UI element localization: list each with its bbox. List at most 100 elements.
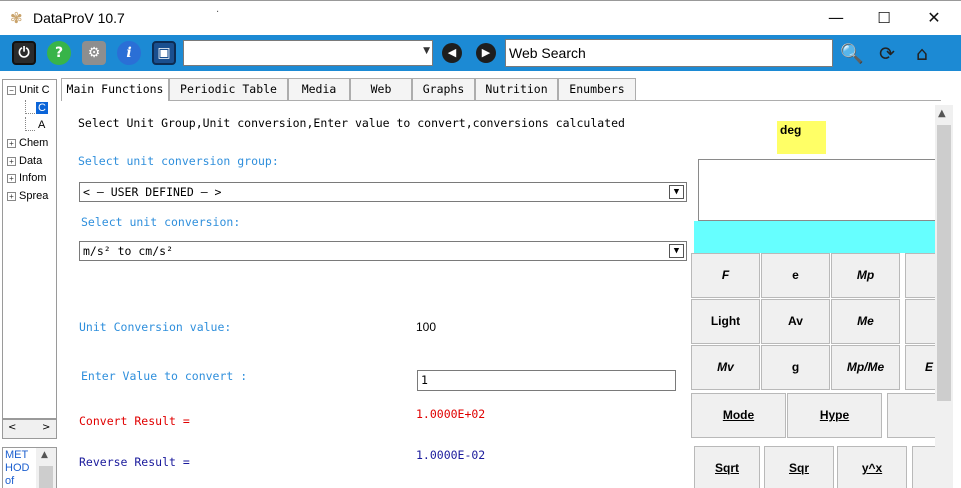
angle-mode-indicator: deg [777,121,826,154]
calc-key-blank[interactable] [912,446,936,488]
combo-dropdown-arrow-icon[interactable]: ▼ [423,46,430,56]
main-vertical-scrollbar[interactable]: ▲ [935,105,953,488]
calc-power-button[interactable]: y^x [837,446,907,488]
calc-key-f[interactable]: F [691,253,760,298]
method-panel: MET HOD of ▲ [2,447,57,488]
title-marker: · [216,7,220,18]
dropdown-arrow-icon[interactable]: ▼ [669,185,684,199]
expand-icon[interactable]: + [7,191,16,201]
calculator-result-bar [694,221,936,253]
conversion-label: Select unit conversion: [81,215,241,229]
convert-result-value: 1.0000E+02 [416,407,486,421]
tab-web[interactable]: Web [350,78,412,100]
calc-key-blank[interactable] [905,253,936,298]
scroll-up-icon[interactable]: ▲ [938,108,946,119]
tree-item-selected[interactable]: C [25,100,48,116]
calc-key-light[interactable]: Light [691,299,760,344]
reverse-result-value: 1.0000E-02 [416,448,486,462]
maximize-button[interactable]: ☐ [869,7,899,29]
calc-key-g[interactable]: g [761,345,830,390]
tree-item-label: Chem [19,137,49,149]
window-title: DataProV 10.7 [33,10,125,26]
calc-key-mp[interactable]: Mp [831,253,900,298]
scroll-thumb[interactable] [937,125,951,401]
scroll-right-icon[interactable]: > [42,422,50,433]
monitor-icon[interactable]: ▣ [152,41,176,65]
calc-sqrt-button[interactable]: Sqrt [694,446,760,488]
calc-key-e[interactable]: e [761,253,830,298]
tab-graphs[interactable]: Graphs [412,78,475,100]
calc-key-blank[interactable] [887,393,936,438]
calc-sqr-button[interactable]: Sqr [764,446,834,488]
tree-horizontal-scrollbar[interactable]: < > [2,419,57,439]
tree-item-chem[interactable]: + Chem [7,135,48,151]
app-window: ✾ DataProV 10.7 · — ☐ ✕ ⏻ ? ⚙ i ▣ ▼ ◀ ▶ … [0,0,961,488]
method-scrollbar[interactable]: ▲ [36,448,56,488]
unit-conversion-dropdown[interactable]: m/s² to cm/s² ▼ [79,241,687,261]
main-functions-panel: Select Unit Group,Unit conversion,Enter … [61,101,938,488]
unit-conversion-value: 100 [416,320,437,334]
tab-periodic-table[interactable]: Periodic Table [169,78,288,100]
search-magnifier-icon[interactable]: 🔍 [839,41,865,67]
tree-item-spreadsheet[interactable]: + Sprea [7,188,48,204]
app-logo-icon: ✾ [10,9,23,27]
scroll-left-icon[interactable]: < [8,422,16,433]
tree-item-label: Unit C [19,84,50,96]
home-icon[interactable]: ⌂ [909,41,935,67]
tab-media[interactable]: Media [288,78,350,100]
help-icon[interactable]: ? [47,41,71,65]
tab-strip: Main Functions Periodic Table Media Web … [61,78,641,101]
unit-conversion-value-label: Unit Conversion value: [79,320,232,334]
expand-icon[interactable]: + [7,138,16,148]
method-text: MET HOD of [5,449,30,487]
navigation-tree: − Unit C C A + Chem + Data + Infom + Sprea [2,79,57,419]
info-icon[interactable]: i [117,41,141,65]
dropdown-arrow-icon[interactable]: ▼ [669,244,684,258]
unit-conversion-value: m/s² to cm/s² [83,244,174,258]
tree-item-label: C [36,102,48,114]
settings-gears-icon[interactable]: ⚙ [82,41,106,65]
back-arrow-icon[interactable]: ◀ [442,43,462,63]
power-icon[interactable]: ⏻ [12,41,36,65]
tree-item-sub[interactable]: A [25,117,45,133]
scroll-up-icon[interactable]: ▲ [41,450,48,460]
toolbar: ⏻ ? ⚙ i ▣ ▼ ◀ ▶ Web Search 🔍 ⟳ ⌂ [0,35,961,71]
collapse-icon[interactable]: − [7,85,16,95]
minimize-button[interactable]: — [821,7,851,29]
tree-connector [25,100,35,114]
expand-icon[interactable]: + [7,173,16,183]
calc-key-e-partial[interactable]: E [905,345,936,390]
value-to-convert-input[interactable]: 1 [417,370,676,391]
close-button[interactable]: ✕ [919,7,949,29]
calc-key-mp-me[interactable]: Mp/Me [831,345,900,390]
calc-key-blank[interactable] [905,299,936,344]
calculator-display [698,159,936,221]
forward-arrow-icon[interactable]: ▶ [476,43,496,63]
address-combobox[interactable]: ▼ [183,40,433,66]
calc-key-av[interactable]: Av [761,299,830,344]
calc-key-mv[interactable]: Mv [691,345,760,390]
group-label: Select unit conversion group: [78,154,279,168]
scroll-thumb[interactable] [39,466,53,488]
tab-enumbers[interactable]: Enumbers [558,78,636,100]
convert-result-label: Convert Result = [79,414,190,428]
unit-group-value: < — USER DEFINED — > [83,185,222,199]
tree-connector [25,117,35,131]
enter-value-label: Enter Value to convert : [81,369,248,383]
expand-icon[interactable]: + [7,156,16,166]
reverse-result-label: Reverse Result = [79,455,190,469]
tree-item-data[interactable]: + Data [7,153,42,169]
tab-main-functions[interactable]: Main Functions [61,78,169,101]
tree-item-unit[interactable]: − Unit C [7,82,50,98]
calc-hype-button[interactable]: Hype [787,393,882,438]
tree-item-label: A [38,119,46,131]
web-search-input[interactable]: Web Search [505,39,833,67]
tree-item-label: Infom [19,172,47,184]
refresh-icon[interactable]: ⟳ [874,41,900,67]
unit-group-dropdown[interactable]: < — USER DEFINED — > ▼ [79,182,687,202]
tab-nutrition[interactable]: Nutrition [475,78,558,100]
calc-mode-button[interactable]: Mode [691,393,786,438]
tree-item-info[interactable]: + Infom [7,170,47,186]
tree-item-label: Sprea [19,190,49,202]
calc-key-me[interactable]: Me [831,299,900,344]
